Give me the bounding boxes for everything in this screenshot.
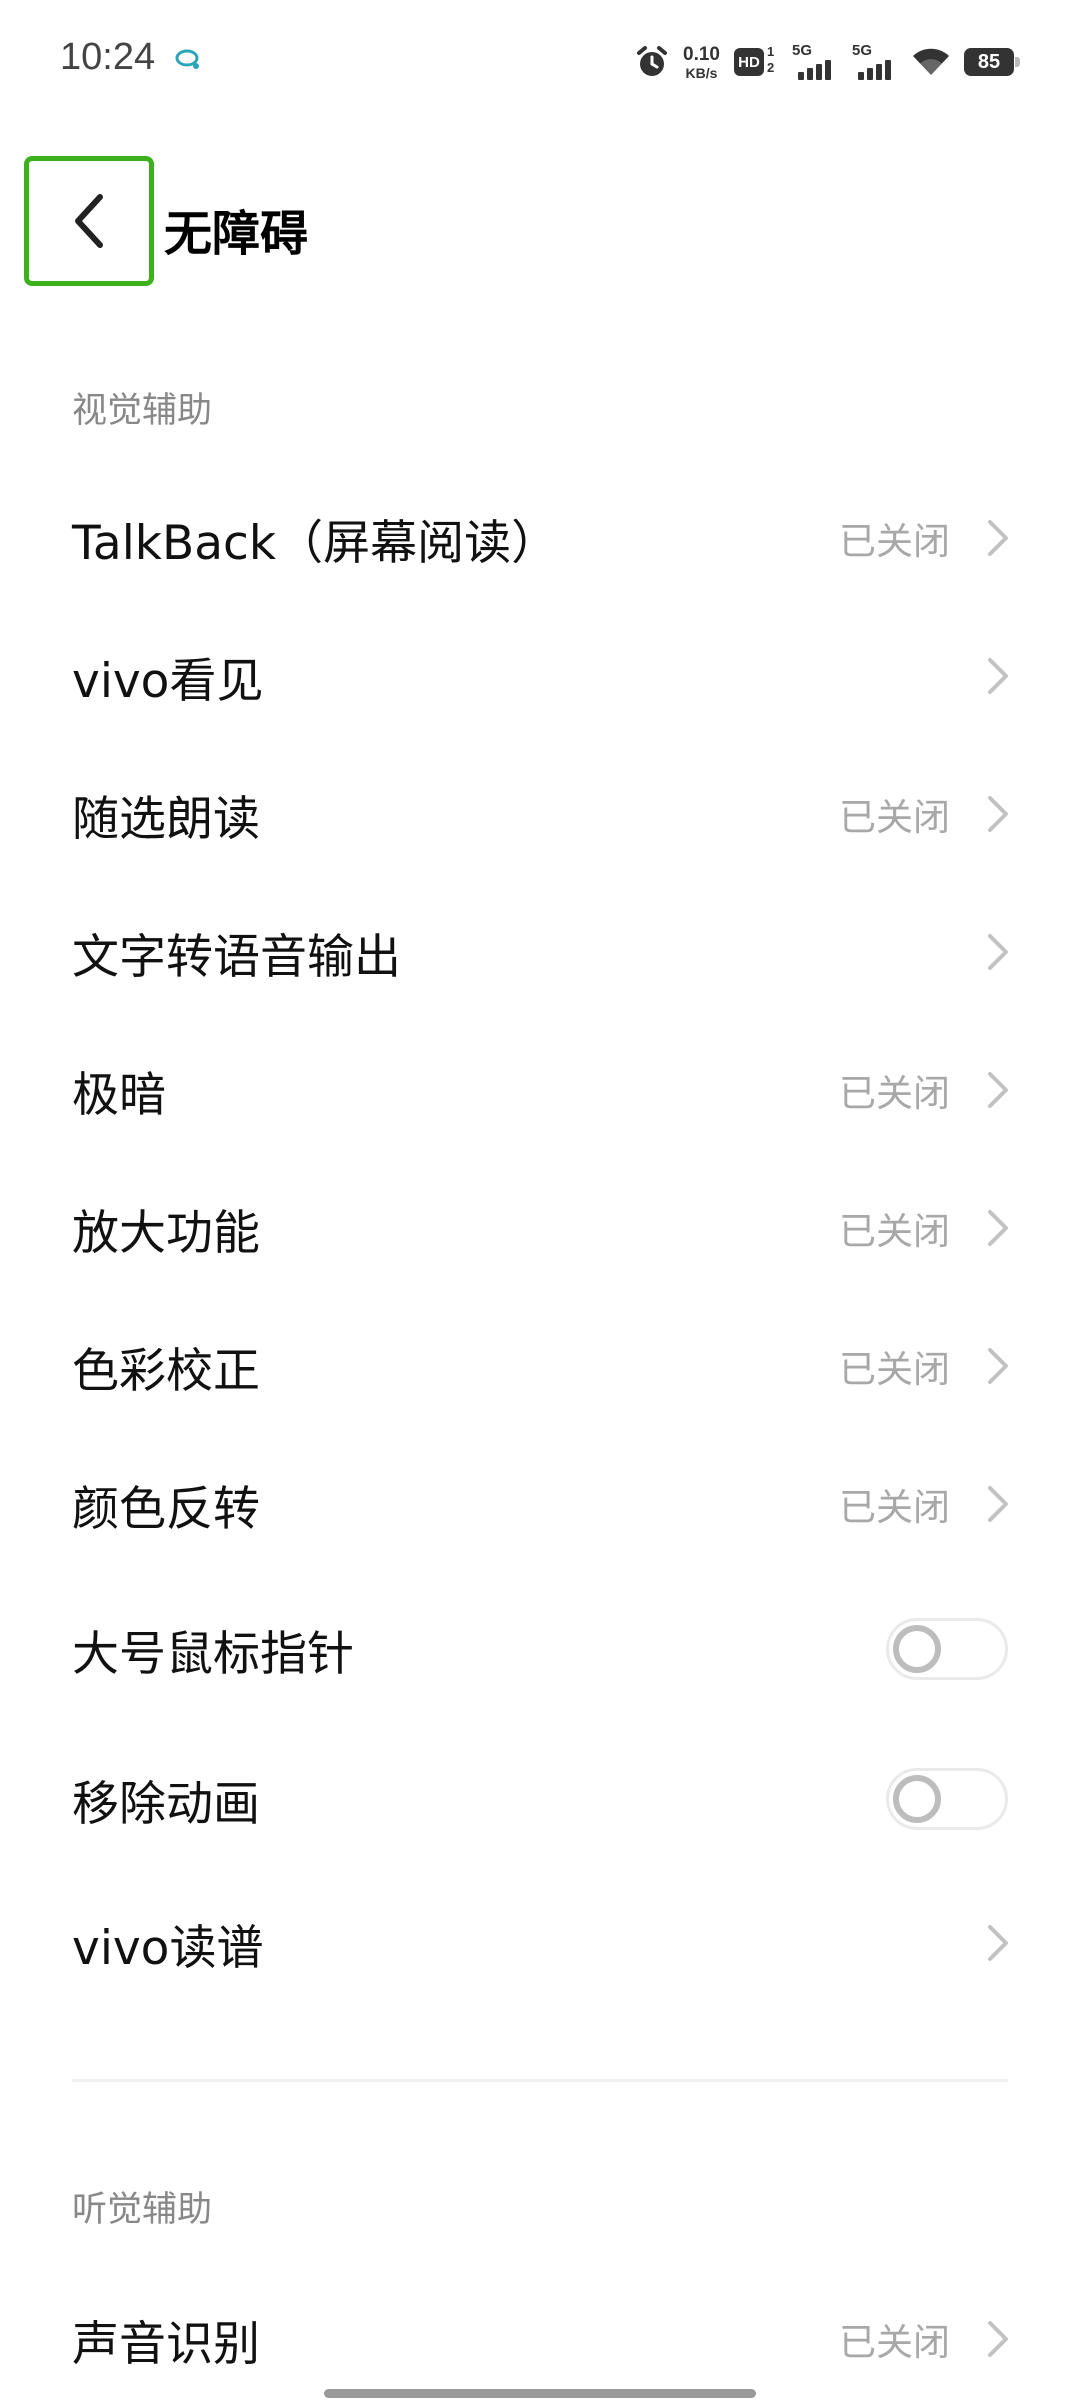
status-icons: 0.10 KB/s HD 1 2 5G 5G 85 (635, 40, 1020, 84)
setting-title: TalkBack（屏幕阅读） (72, 515, 559, 571)
toggle-knob (893, 1625, 941, 1673)
setting-row-large-pointer[interactable]: 大号鼠标指针 (0, 1580, 1080, 1718)
toggle-knob (893, 1775, 941, 1823)
setting-row-talkback[interactable]: TalkBack（屏幕阅读） 已关闭 (0, 469, 1080, 607)
home-indicator[interactable] (324, 2389, 756, 2398)
network-speed: 0.10 KB/s (683, 45, 720, 80)
alarm-icon (637, 46, 668, 76)
setting-title: 随选朗读 (72, 791, 260, 847)
large-pointer-toggle[interactable] (886, 1618, 1008, 1680)
setting-row-vivo-see[interactable]: vivo看见 (0, 607, 1080, 745)
setting-row-color-inversion[interactable]: 颜色反转 已关闭 (0, 1435, 1080, 1573)
chevron-right-icon (988, 520, 1008, 556)
chevron-right-icon (988, 1210, 1008, 1246)
setting-row-tts-output[interactable]: 文字转语音输出 (0, 883, 1080, 1021)
status-bar: 10:24 0.10 KB/s HD 1 2 5G 5G 85 (0, 0, 1080, 124)
setting-title: 声音识别 (72, 2316, 260, 2372)
setting-status: 已关闭 (839, 520, 950, 563)
hd-sup: 1 (767, 44, 775, 59)
setting-title: 大号鼠标指针 (72, 1626, 354, 1682)
sim1-network-label: 5G (792, 42, 813, 59)
status-time: 10:24 (60, 36, 156, 78)
setting-row-vivo-score-reader[interactable]: vivo读谱 (0, 1874, 1080, 2012)
setting-status: 已关闭 (839, 2321, 950, 2364)
setting-title: 颜色反转 (72, 1481, 260, 1537)
section-label-visual: 视觉辅助 (72, 391, 213, 431)
remove-animations-toggle[interactable] (886, 1768, 1008, 1830)
setting-status: 已关闭 (839, 1348, 950, 1391)
battery-icon: 85 (964, 48, 1020, 76)
setting-row-color-correction[interactable]: 色彩校正 已关闭 (0, 1297, 1080, 1435)
setting-row-remove-animations[interactable]: 移除动画 (0, 1730, 1080, 1868)
wifi-icon (913, 48, 949, 75)
battery-level: 85 (964, 48, 1014, 76)
setting-status: 已关闭 (839, 1486, 950, 1529)
hd-volte-badge: HD 1 2 (734, 44, 778, 78)
section-divider (72, 2079, 1008, 2082)
sim2-network-label: 5G (852, 42, 873, 59)
setting-status: 已关闭 (839, 1072, 950, 1115)
setting-title: 色彩校正 (72, 1343, 260, 1399)
setting-title: 放大功能 (72, 1205, 260, 1261)
header: 无障碍 (0, 124, 1080, 324)
chevron-left-icon (75, 194, 103, 248)
setting-title: 文字转语音输出 (72, 929, 401, 985)
setting-title: 极暗 (72, 1067, 166, 1123)
setting-title: 移除动画 (72, 1776, 260, 1832)
setting-status: 已关闭 (839, 796, 950, 839)
sim1-signal-icon: 5G (792, 42, 838, 80)
chevron-right-icon (988, 1072, 1008, 1108)
chevron-right-icon (988, 658, 1008, 694)
setting-title: vivo看见 (72, 653, 264, 709)
setting-row-extra-dim[interactable]: 极暗 已关闭 (0, 1021, 1080, 1159)
setting-row-sound-recognition[interactable]: 声音识别 已关闭 (0, 2270, 1080, 2408)
chevron-right-icon (988, 796, 1008, 832)
back-button[interactable] (24, 156, 154, 286)
chevron-right-icon (988, 1348, 1008, 1384)
network-speed-value: 0.10 (683, 43, 720, 65)
chevron-right-icon (988, 1925, 1008, 1961)
hd-sub: 2 (767, 60, 775, 75)
setting-title: vivo读谱 (72, 1920, 264, 1976)
setting-status: 已关闭 (839, 1210, 950, 1253)
chevron-right-icon (988, 934, 1008, 970)
setting-row-magnification[interactable]: 放大功能 已关闭 (0, 1159, 1080, 1297)
chevron-right-icon (988, 1486, 1008, 1522)
chevron-right-icon (988, 2321, 1008, 2357)
setting-row-select-to-speak[interactable]: 随选朗读 已关闭 (0, 745, 1080, 883)
hd-label: HD (734, 48, 764, 76)
assistant-bubble-icon (175, 49, 199, 69)
page-title: 无障碍 (164, 206, 309, 262)
network-speed-unit: KB/s (685, 64, 718, 81)
sim2-signal-icon: 5G (852, 42, 898, 80)
section-label-hearing: 听觉辅助 (72, 2190, 213, 2230)
